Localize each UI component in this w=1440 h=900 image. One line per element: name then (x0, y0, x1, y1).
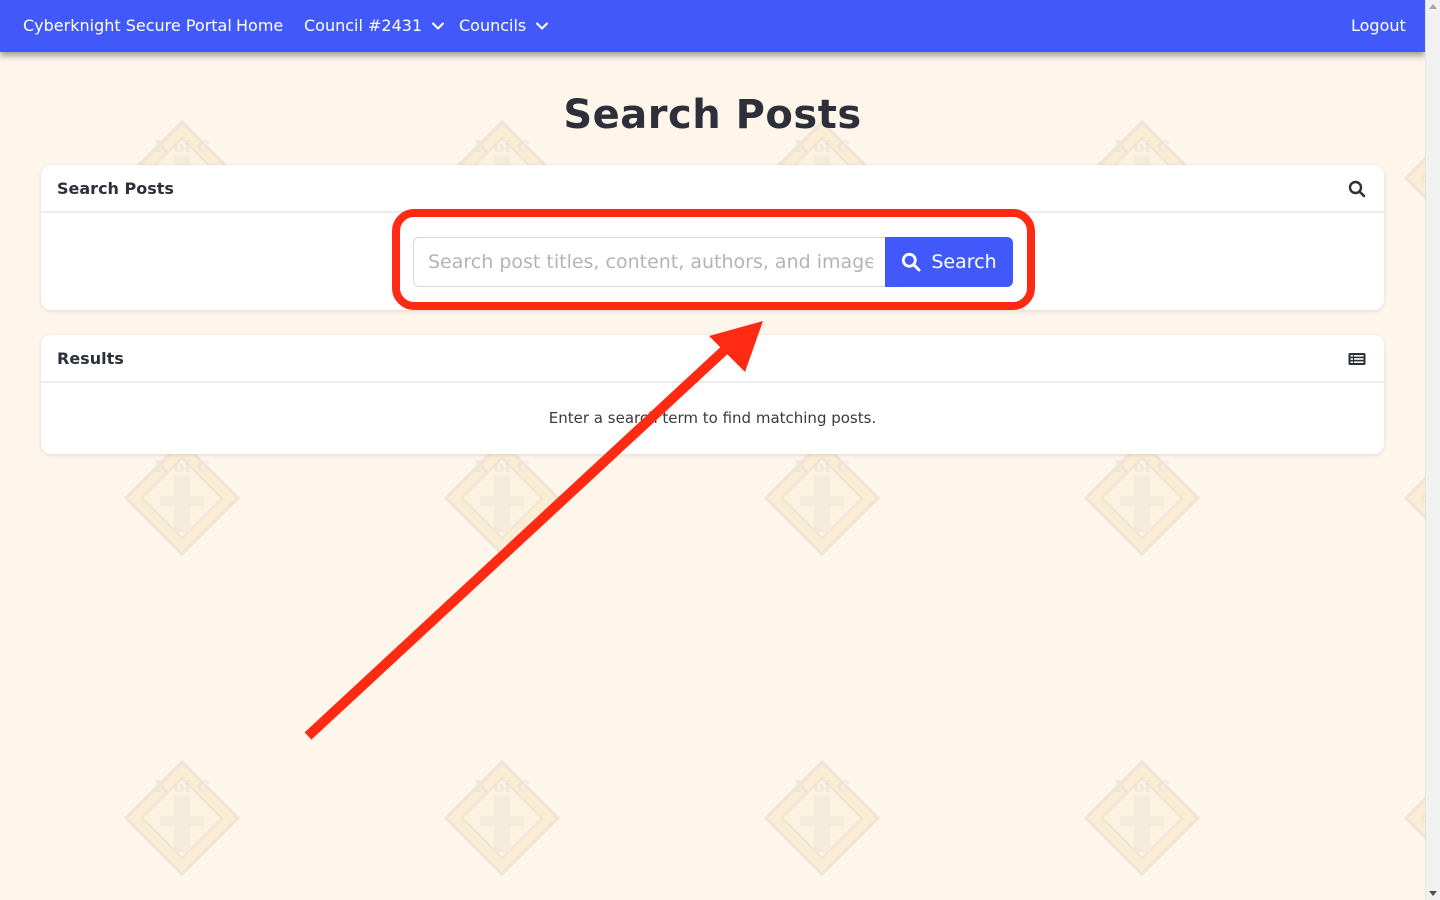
list-icon (1348, 353, 1366, 365)
kofc-emblem-watermark-icon: K of C (443, 759, 561, 877)
search-card-header: Search Posts (41, 165, 1384, 213)
kofc-emblem-watermark-icon: K of C (123, 759, 241, 877)
kofc-emblem-watermark-icon: K of C (1403, 796, 1425, 840)
svg-text:K of C: K of C (794, 137, 849, 156)
logout-link[interactable]: Logout (1351, 0, 1406, 52)
kofc-emblem-watermark-icon: K of C (1403, 476, 1425, 520)
svg-text:K of C: K of C (154, 457, 209, 476)
svg-text:K of C: K of C (1114, 137, 1169, 156)
search-button[interactable]: Search (885, 237, 1013, 287)
svg-text:K of C: K of C (154, 137, 209, 156)
search-button-label: Search (931, 251, 997, 273)
search-icon (902, 252, 921, 272)
chevron-down-icon (536, 22, 549, 30)
brand-link[interactable]: Cyberknight Secure Portal (23, 0, 232, 52)
nav-home-link[interactable]: Home (236, 0, 283, 52)
svg-text:K of C: K of C (474, 457, 529, 476)
svg-text:K of C: K of C (474, 137, 529, 156)
search-card: Search Posts Search (41, 165, 1384, 310)
results-card-header: Results (41, 335, 1384, 383)
kofc-emblem-watermark-icon: K of C (763, 759, 881, 877)
search-card-title: Search Posts (57, 179, 174, 198)
svg-text:K of C: K of C (474, 777, 529, 796)
results-card-title: Results (57, 349, 124, 368)
page-title: Search Posts (563, 92, 862, 138)
kofc-emblem-watermark-icon: K of C (763, 439, 881, 557)
svg-text:K of C: K of C (1114, 457, 1169, 476)
search-input[interactable] (413, 237, 887, 287)
search-icon (1348, 180, 1366, 198)
chevron-down-icon (432, 22, 445, 30)
kofc-emblem-watermark-icon: K of C (1083, 439, 1201, 557)
kofc-emblem-watermark-icon: K of C (1083, 759, 1201, 877)
nav-council-label: Council #2431 (304, 16, 423, 35)
scroll-up-icon[interactable] (1429, 4, 1437, 9)
results-empty-message: Enter a search term to find matching pos… (548, 409, 877, 427)
kofc-emblem-watermark-icon: K of C (123, 439, 241, 557)
scroll-down-icon[interactable] (1429, 891, 1437, 896)
nav-councils-label: Councils (459, 16, 527, 35)
top-navbar: Cyberknight Secure Portal Home Council #… (0, 0, 1425, 52)
svg-text:K of C: K of C (794, 457, 849, 476)
nav-council-dropdown[interactable]: Council #2431 (304, 0, 445, 52)
vertical-scrollbar[interactable] (1425, 0, 1440, 900)
svg-text:K of C: K of C (154, 777, 209, 796)
svg-text:K of C: K of C (794, 777, 849, 796)
results-card: Results Enter a search term to find matc… (41, 335, 1384, 454)
kofc-emblem-watermark-icon: K of C (443, 439, 561, 557)
svg-text:K of C: K of C (1114, 777, 1169, 796)
nav-councils-dropdown[interactable]: Councils (459, 0, 549, 52)
